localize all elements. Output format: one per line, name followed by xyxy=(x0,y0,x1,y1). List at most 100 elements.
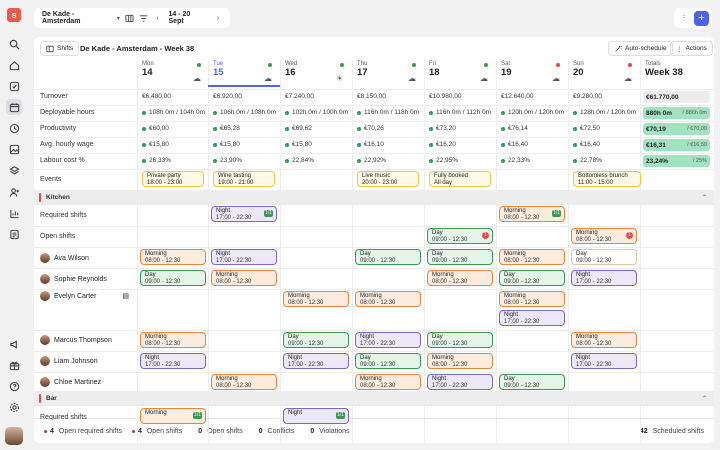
event-card[interactable]: Private party 18:00 - 23:00 xyxy=(142,171,204,187)
avatar xyxy=(40,274,50,284)
filter-icon[interactable] xyxy=(137,11,151,25)
collapse-icon[interactable]: ⌃ xyxy=(702,194,707,201)
shift-card[interactable]: Night 17:00 - 22:30 1/1 xyxy=(211,206,277,222)
shift-card[interactable]: Morning 08:00 - 12:30 1/1 xyxy=(499,206,565,222)
footer-stat[interactable]: 0Conflicts xyxy=(253,428,295,435)
event-card[interactable]: Fully booked All day xyxy=(429,171,491,187)
more-options-button[interactable]: ⋮ xyxy=(677,11,691,25)
status-dot xyxy=(213,110,217,115)
day-header-thu[interactable]: Thu 17 ☁ xyxy=(352,61,424,87)
gift-icon[interactable] xyxy=(6,357,22,373)
shift-type: Morning xyxy=(576,334,598,340)
shift-card[interactable]: Night 17:00 - 22:30 xyxy=(211,249,277,265)
footer-stat[interactable]: 0 Violations xyxy=(304,428,349,435)
image-icon[interactable] xyxy=(6,141,22,157)
shift-card[interactable]: Night 17:00 - 22:30 xyxy=(140,353,206,369)
value-text: 22,92% xyxy=(364,157,387,164)
check-circle-icon[interactable] xyxy=(6,78,22,94)
help-icon[interactable] xyxy=(6,378,22,394)
auto-schedule-button[interactable]: Auto-schedule xyxy=(608,41,673,56)
prev-week-button[interactable]: ‹ xyxy=(151,11,165,25)
shift-card[interactable]: Morning 08:00 - 12:30 xyxy=(140,332,206,348)
shift-card[interactable]: Night 17:00 - 22:30 xyxy=(571,270,637,286)
settings-icon[interactable] xyxy=(6,399,22,415)
shift-card[interactable]: Morning 08:00 - 12:30 xyxy=(283,291,349,307)
calendar-icon[interactable] xyxy=(6,99,22,115)
shift-card[interactable]: Morning 08:00 - 12:30 xyxy=(571,332,637,348)
employee-name[interactable]: Ava Wilson xyxy=(40,253,89,263)
columns-icon[interactable] xyxy=(123,11,137,25)
event-card[interactable]: Wine tasting 19:00 - 21:00 xyxy=(213,171,275,187)
shift-card[interactable]: Night 17:00 - 22:30 xyxy=(499,310,565,326)
shifts-toggle-button[interactable]: Shifts xyxy=(40,41,80,56)
shift-card[interactable]: Day 09:00 - 12:30 xyxy=(427,332,493,348)
day-header-wed[interactable]: Wed 16 ☀ xyxy=(280,61,352,87)
shift-card[interactable]: Morning 08:00 - 12:30 xyxy=(355,374,421,390)
event-title: Private party xyxy=(147,173,181,179)
next-week-button[interactable]: › xyxy=(211,11,225,25)
shift-card[interactable]: Night 17:00 - 22:30 xyxy=(355,332,421,348)
home-icon[interactable] xyxy=(6,57,22,73)
shift-card[interactable]: Morning 08:00 - 12:30 xyxy=(499,291,565,307)
day-header-fri[interactable]: Fri 18 ☁ xyxy=(424,61,496,87)
value-text: 128h 0m / 120h 0m xyxy=(580,109,637,116)
employee-name[interactable]: Liam Johnson xyxy=(40,356,98,366)
shift-card[interactable]: Morning 08:00 - 12:30 xyxy=(427,270,493,286)
shift-card[interactable]: Day 09:00 - 12:30 xyxy=(499,270,565,286)
shift-card[interactable]: Morning 08:00 - 12:30 xyxy=(211,270,277,286)
user-plus-icon[interactable] xyxy=(6,184,22,200)
section-header-bar[interactable]: Bar ⌃ xyxy=(34,391,714,405)
app-logo[interactable]: s xyxy=(7,8,21,22)
shift-card[interactable]: Morning 1/1 xyxy=(140,408,206,424)
day-header-tue[interactable]: Tue 15 ☁ xyxy=(208,61,280,87)
employee-name[interactable]: Marcus Thompson xyxy=(40,335,112,345)
value-text: €72,50 xyxy=(580,125,600,132)
shift-card[interactable]: Morning 08:00 - 12:30 xyxy=(355,291,421,307)
employee-name[interactable]: Evelyn Carter ▤ xyxy=(40,291,129,301)
shift-card[interactable]: Night 17:00 - 22:30 xyxy=(571,353,637,369)
footer-stat[interactable]: 4 Open required shifts xyxy=(44,428,122,435)
bar-chart-icon[interactable] xyxy=(6,205,22,221)
collapse-icon[interactable]: ⌃ xyxy=(702,395,707,402)
shift-card[interactable]: Morning 08:00 - 12:30 xyxy=(427,353,493,369)
event-card[interactable]: Bottomless brunch 11:00 - 15:00 xyxy=(573,171,641,187)
add-button[interactable]: + xyxy=(694,10,709,26)
shift-card[interactable]: Day 09:00 - 12:30 xyxy=(140,270,206,286)
shift-time: 17:00 - 22:30 xyxy=(145,362,181,368)
shift-card[interactable]: Day 09:00 - 12:30 xyxy=(355,353,421,369)
section-header-kitchen[interactable]: Kitchen ⌃ xyxy=(34,190,714,204)
shift-card[interactable]: Morning 08:00 - 12:30 xyxy=(140,249,206,265)
shift-card[interactable]: Day 09:00 - 12:30 xyxy=(427,249,493,265)
employee-name[interactable]: Chloe Martinez xyxy=(40,377,101,387)
megaphone-icon[interactable] xyxy=(6,336,22,352)
search-icon[interactable] xyxy=(6,36,22,52)
note-icon[interactable]: ▤ xyxy=(122,292,129,300)
shift-card[interactable]: Day 09:00 - 12:30 xyxy=(499,374,565,390)
location-selector[interactable]: De Kade - Amsterdam xyxy=(42,11,114,25)
footer-stat[interactable]: 4 Open shifts xyxy=(131,428,182,435)
shift-card[interactable]: Day 09:00 - 12:30 xyxy=(355,249,421,265)
shift-card[interactable]: Morning 08:00 - 12:30 1 xyxy=(571,228,637,244)
shift-card[interactable]: Morning 08:00 - 12:30 xyxy=(211,374,277,390)
day-header-mon[interactable]: Mon 14 ☁ xyxy=(137,61,209,87)
footer-stat[interactable]: 0 Open shifts xyxy=(192,428,242,435)
shift-count-badge: 1/1 xyxy=(552,210,561,217)
shift-card[interactable]: Night 1/1 xyxy=(283,408,349,424)
shift-card[interactable]: Night 17:00 - 22:30 xyxy=(427,374,493,390)
actions-button[interactable]: ⋮ Actions xyxy=(670,41,713,56)
shift-card[interactable]: Morning 08:00 - 12:30 xyxy=(499,249,565,265)
document-icon[interactable] xyxy=(6,226,22,242)
layers-icon[interactable] xyxy=(6,162,22,178)
status-dot xyxy=(501,158,505,163)
chevron-down-icon[interactable]: ▾ xyxy=(117,15,120,22)
day-header-sat[interactable]: Sat 19 ☁ xyxy=(496,61,568,87)
shift-card[interactable]: Day 09:00 - 12:30 1 xyxy=(427,228,493,244)
employee-name[interactable]: Sophie Reynolds xyxy=(40,274,107,284)
shift-card[interactable]: Day 09:00 - 12:30 xyxy=(571,249,637,265)
shift-card[interactable]: Day 09:00 - 12:30 xyxy=(283,332,349,348)
shift-card[interactable]: Night 17:00 - 22:30 xyxy=(283,353,349,369)
event-card[interactable]: Live music 20:00 - 23:00 xyxy=(357,171,419,187)
clock-icon[interactable] xyxy=(6,120,22,136)
day-header-sun[interactable]: Sun 20 ☁ xyxy=(568,61,640,87)
user-avatar[interactable] xyxy=(5,427,23,445)
